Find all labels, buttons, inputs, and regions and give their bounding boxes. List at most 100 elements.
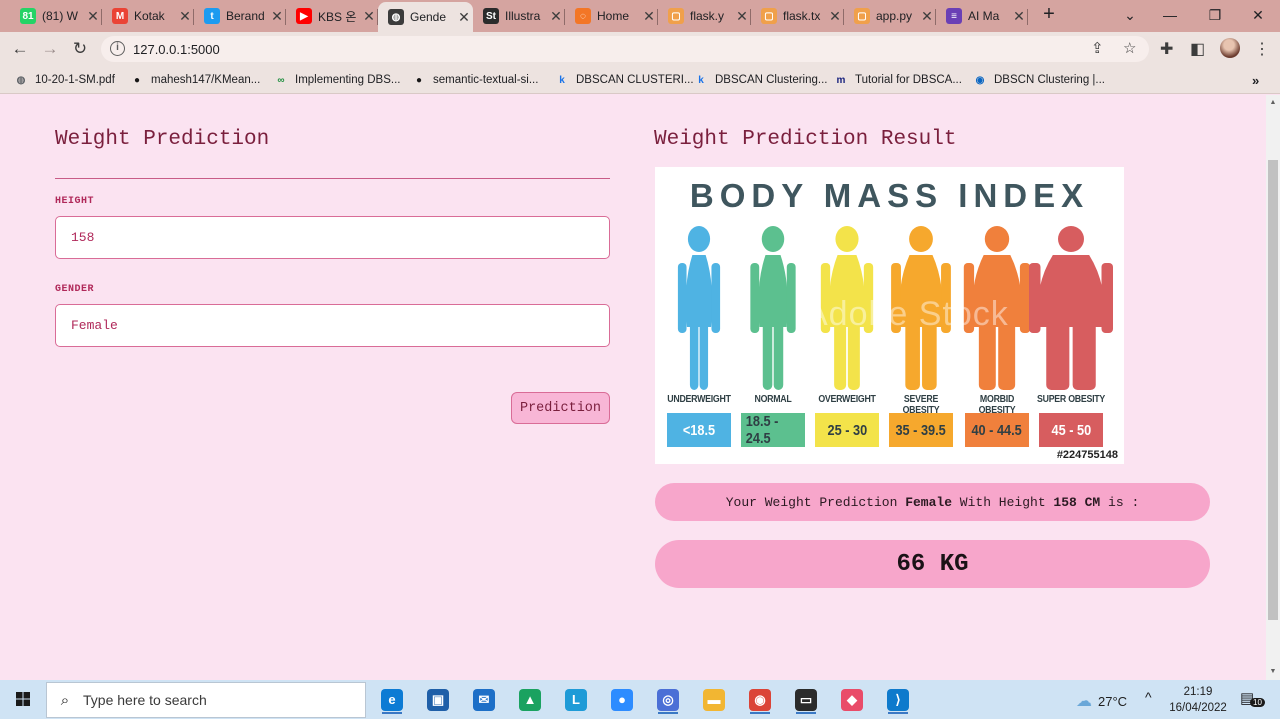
tab-10[interactable]: ≡ AI Ma ✕	[936, 2, 1028, 30]
reload-icon[interactable]: ↻	[68, 37, 92, 61]
system-clock[interactable]: 21:19 16/04/2022	[1168, 684, 1228, 716]
forward-icon[interactable]: →	[38, 37, 62, 61]
close-tab-icon[interactable]: ✕	[176, 8, 194, 25]
weather-widget[interactable]: ☁ 27°C	[1076, 691, 1127, 711]
close-tab-icon[interactable]: ✕	[84, 8, 102, 25]
tab-5[interactable]: St Illustra ✕	[473, 2, 565, 30]
scroll-down-icon[interactable]: ▼	[1268, 668, 1278, 678]
tab-search-button[interactable]: ⌄	[1110, 3, 1150, 27]
close-tab-icon[interactable]: ✕	[547, 8, 565, 25]
close-tab-icon[interactable]: ✕	[455, 9, 473, 26]
bookmark-label: DBSCN Clustering |...	[994, 74, 1105, 86]
clock-time: 21:19	[1183, 686, 1213, 698]
tab-3[interactable]: ▶ KBS 온 ✕	[286, 2, 378, 30]
git-kraken-icon: ◆	[841, 688, 863, 711]
tab-title: app.py	[876, 9, 913, 23]
zoom-icon: ●	[611, 688, 633, 711]
close-tab-icon[interactable]: ✕	[360, 8, 378, 25]
taskbar-app[interactable]: ▭	[790, 684, 822, 715]
bmi-range-box: 40 - 44.5	[965, 413, 1029, 447]
height-input[interactable]: 158	[55, 216, 610, 259]
tab-2[interactable]: t Berand ✕	[194, 2, 286, 30]
close-tab-icon[interactable]: ✕	[733, 8, 751, 25]
youtube-icon: ▶	[296, 8, 312, 24]
tab-1[interactable]: M Kotak ✕	[102, 2, 194, 30]
taskbar-app[interactable]: ▣	[422, 684, 454, 715]
tab-title: Gende	[410, 10, 447, 24]
gender-input[interactable]: Female	[55, 304, 610, 347]
taskbar-app[interactable]: ◉	[744, 684, 776, 715]
close-window-button[interactable]: ✕	[1238, 3, 1278, 27]
prediction-button[interactable]: Prediction	[511, 392, 610, 424]
address-bar[interactable]: i 127.0.0.1:5000 ⇪ ☆	[101, 36, 1149, 62]
bmi-range-box: <18.5	[667, 413, 731, 447]
close-tab-icon[interactable]: ✕	[640, 8, 658, 25]
menu-icon[interactable]: ⋮	[1254, 39, 1270, 59]
taskbar-app[interactable]: e	[376, 684, 408, 715]
taskbar-app[interactable]: L	[560, 684, 592, 715]
tab-title: Home	[597, 9, 630, 23]
l-app-icon: L	[565, 688, 587, 711]
minimize-button[interactable]: —	[1150, 3, 1190, 27]
statement-middle: With Height	[952, 494, 1054, 510]
profile-avatar[interactable]	[1220, 38, 1240, 58]
scroll-up-icon[interactable]: ▲	[1268, 99, 1278, 109]
close-tab-icon[interactable]: ✕	[1010, 8, 1028, 25]
close-tab-icon[interactable]: ✕	[268, 8, 286, 25]
chrome-icon: ◉	[749, 688, 771, 711]
back-icon[interactable]: ←	[8, 37, 32, 61]
bookmark-item[interactable]: ∞ Implementing DBS...	[274, 71, 400, 89]
taskbar-app[interactable]: ●	[606, 684, 638, 715]
scrollbar-thumb[interactable]	[1268, 160, 1278, 620]
temperature: 27°C	[1098, 693, 1128, 709]
tab-8[interactable]: ▢ flask.tx ✕	[751, 2, 844, 30]
taskbar-app[interactable]: ✉	[468, 684, 500, 715]
bookmark-item[interactable]: k DBSCAN Clustering...	[694, 71, 827, 89]
tab-0[interactable]: 81 (81) W ✕	[10, 2, 102, 30]
taskbar-search-box[interactable]: ⌕ Type here to search	[46, 682, 366, 718]
taskbar-app[interactable]: ▲	[514, 684, 546, 715]
mail-icon: ✉	[473, 688, 495, 711]
site-info-icon[interactable]: i	[110, 41, 125, 56]
whatsapp-icon: 81	[20, 8, 36, 24]
terminal-icon: ▭	[795, 688, 817, 711]
tab-9[interactable]: ▢ app.py ✕	[844, 2, 936, 30]
close-tab-icon[interactable]: ✕	[918, 8, 936, 25]
result-title: Weight Prediction Result	[654, 128, 957, 151]
more-bookmarks-icon[interactable]: »	[1252, 71, 1259, 89]
tab-4[interactable]: ◍ Gende ✕	[378, 2, 473, 32]
tab-6[interactable]: ◌ Home ✕	[565, 2, 658, 30]
bookmark-item[interactable]: ◉ DBSCN Clustering |...	[973, 71, 1105, 89]
bookmark-item[interactable]: ◍ 10-20-1-SM.pdf	[14, 71, 115, 89]
taskbar-app[interactable]: ⟩	[882, 684, 914, 715]
taskbar-app[interactable]: ◆	[836, 684, 868, 715]
extensions-icon[interactable]: ✚	[1160, 39, 1173, 59]
bmi-category-label: UNDERWEIGHT	[667, 394, 731, 405]
url-text[interactable]: 127.0.0.1:5000	[133, 42, 220, 57]
bookmark-item[interactable]: k DBSCAN CLUSTERI...	[555, 71, 693, 89]
close-tab-icon[interactable]: ✕	[826, 8, 844, 25]
search-placeholder[interactable]: Type here to search	[83, 692, 207, 708]
side-panel-icon[interactable]: ◧	[1190, 39, 1205, 59]
tab-7[interactable]: ▢ flask.y ✕	[658, 2, 751, 30]
k-icon: k	[698, 74, 704, 86]
bmi-category-label: NORMAL	[754, 394, 792, 405]
bookmark-item[interactable]: ● mahesh147/KMean...	[130, 71, 260, 89]
bookmark-star-icon[interactable]: ☆	[1123, 39, 1136, 57]
maximize-button[interactable]: ❐	[1195, 3, 1235, 27]
taskbar-app[interactable]: ◎	[652, 684, 684, 715]
bookmark-label: DBSCAN Clustering...	[715, 74, 828, 86]
bmi-category-label: OVERWEIGHT	[818, 394, 876, 405]
taskbar-app[interactable]: ▬	[698, 684, 730, 715]
bookmark-item[interactable]: ● semantic-textual-si...	[412, 71, 538, 89]
running-indicator	[750, 712, 770, 714]
k-icon: k	[559, 74, 565, 86]
chevron-up-icon[interactable]: ^	[1145, 689, 1152, 705]
body-figure	[1029, 226, 1113, 390]
share-icon[interactable]: ⇪	[1091, 39, 1104, 57]
new-tab-button[interactable]: +	[1038, 4, 1060, 26]
notification-center[interactable]: ▤ 10	[1240, 689, 1265, 709]
twitter-icon: t	[204, 8, 220, 24]
start-button[interactable]	[0, 680, 46, 719]
bookmark-item[interactable]: m Tutorial for DBSCA...	[834, 71, 962, 89]
